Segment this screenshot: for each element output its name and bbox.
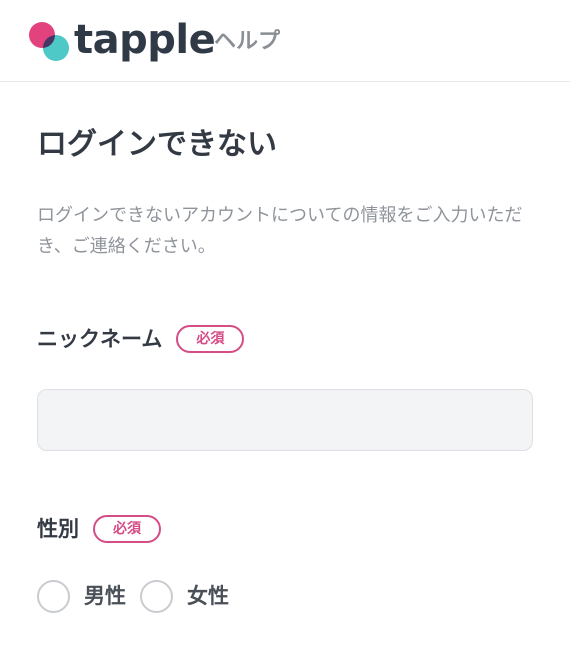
gender-option-female-label[interactable]: 女性 — [187, 580, 229, 613]
nickname-required-badge: 必須 — [176, 325, 245, 353]
gender-option-male[interactable]: 男性 — [37, 580, 126, 613]
gender-option-male-label[interactable]: 男性 — [84, 580, 126, 613]
gender-radio-group: 男性 女性 — [37, 580, 243, 613]
gender-option-female[interactable]: 女性 — [140, 580, 229, 613]
page-title: ログインできない — [37, 127, 277, 162]
radio-male[interactable] — [37, 580, 70, 613]
radio-female[interactable] — [140, 580, 173, 613]
gender-label-row: 性別 必須 — [37, 514, 161, 544]
header: tapple ヘルプ — [0, 0, 570, 82]
logo-teal-dot — [43, 35, 69, 61]
nickname-label-row: ニックネーム 必須 — [37, 324, 245, 354]
gender-required-badge: 必須 — [93, 515, 161, 543]
tapple-logo-icon[interactable] — [29, 22, 71, 62]
nickname-label: ニックネーム — [37, 327, 163, 351]
brand-help-label: ヘルプ — [214, 29, 281, 54]
brand-name[interactable]: tapple — [74, 14, 216, 66]
nickname-input[interactable] — [37, 389, 533, 451]
page-description: ログインできないアカウントについての情報をご入力いただき、ご連絡ください。 — [37, 205, 523, 257]
gender-label: 性別 — [37, 517, 79, 541]
